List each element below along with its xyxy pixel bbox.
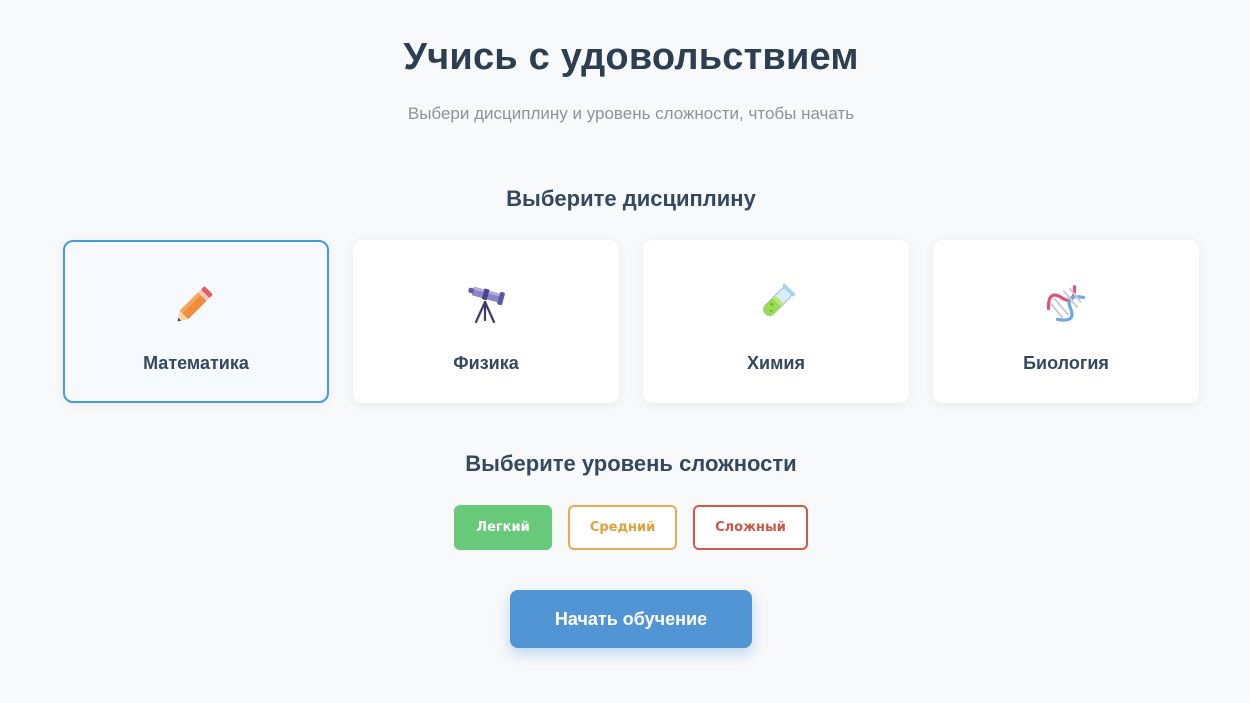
difficulty-medium-button[interactable]: Средний — [568, 505, 677, 550]
difficulty-button-group: Легкий Средний Сложный — [454, 505, 814, 550]
telescope-icon — [355, 280, 617, 326]
discipline-card-physics[interactable]: Физика — [353, 240, 619, 403]
difficulty-hard-button[interactable]: Сложный — [693, 505, 808, 550]
start-learning-button[interactable]: Начать обучение — [510, 590, 752, 648]
discipline-label: Физика — [453, 353, 519, 373]
dna-icon — [935, 280, 1197, 326]
pencil-icon — [65, 280, 327, 326]
page-title: Учись с удовольствием — [403, 36, 859, 78]
discipline-card-chemistry[interactable]: Химия — [643, 240, 909, 403]
discipline-card-biology[interactable]: Биология — [933, 240, 1199, 403]
page-subtitle: Выбери дисциплину и уровень сложности, ч… — [407, 104, 855, 123]
difficulty-heading: Выберите уровень сложности — [465, 451, 797, 476]
difficulty-easy-button[interactable]: Легкий — [454, 505, 552, 550]
test-tube-icon — [645, 280, 907, 326]
discipline-label: Химия — [747, 353, 805, 373]
discipline-label: Биология — [1023, 353, 1109, 373]
discipline-card-math[interactable]: Математика — [63, 240, 329, 403]
learning-start-page: Учись с удовольствием Выбери дисциплину … — [0, 0, 1250, 703]
discipline-heading: Выберите дисциплину — [506, 186, 756, 211]
discipline-label: Математика — [143, 353, 249, 373]
discipline-card-list: Математика Физика Химия Биология — [63, 240, 1199, 403]
